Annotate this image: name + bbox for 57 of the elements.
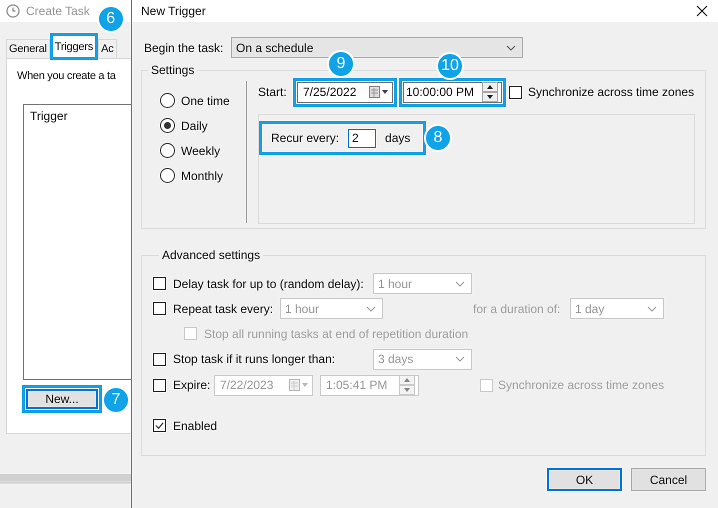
checkbox[interactable]: [153, 352, 166, 366]
radio-button[interactable]: [160, 143, 175, 158]
chevron-icon: [366, 306, 376, 312]
begin-label: Begin the task:: [144, 40, 224, 54]
checkbox-label: Repeat task every:: [173, 302, 274, 316]
dialog-title: New Trigger: [141, 4, 206, 18]
chevron-icon: [455, 356, 465, 362]
radio-button[interactable]: [160, 168, 175, 183]
tab[interactable]: Ac: [98, 39, 117, 58]
time-spinner[interactable]: 10:00:00 PM: [403, 82, 502, 102]
checkbox-label: Expire:: [173, 378, 212, 392]
group-title: Advanced settings: [161, 248, 262, 262]
spinner-icon: [482, 82, 498, 102]
calendar-icon: [289, 379, 309, 391]
unit-label: days: [385, 131, 410, 145]
group-title: Settings: [150, 63, 196, 77]
radio-button[interactable]: [160, 118, 175, 133]
checkbox[interactable]: [153, 277, 166, 290]
date-picker[interactable]: 7/25/2022: [297, 82, 393, 102]
recur-input[interactable]: 2: [348, 128, 376, 148]
clock-icon: [6, 4, 20, 18]
checkbox-label: Synchronize across time zones: [528, 85, 694, 99]
checkbox-label: Stop task if it runs longer than:: [173, 352, 336, 366]
callout-badge: 8: [424, 124, 452, 152]
checkbox-label: Enabled: [173, 418, 218, 432]
radio-label: Monthly: [181, 168, 224, 182]
checkbox-label: Stop all running tasks at end of repetition duration: [204, 326, 468, 340]
ok-button[interactable]: OK: [547, 468, 622, 491]
checkbox-label: Delay task for up to (random delay):: [173, 276, 365, 290]
checkbox[interactable]: [153, 419, 166, 432]
cancel-button[interactable]: Cancel: [631, 468, 706, 491]
new-button[interactable]: New...: [26, 389, 98, 409]
tab[interactable]: Triggers: [52, 36, 96, 57]
begin-dropdown[interactable]: On a schedule: [231, 37, 523, 58]
checkbox-label: Synchronize across time zones: [498, 378, 664, 392]
checkbox[interactable]: [153, 378, 166, 392]
checkbox[interactable]: [509, 86, 522, 98]
recur-label: Recur every:: [271, 131, 340, 145]
spinner-icon: [399, 375, 415, 395]
duration-label: for a duration of:: [473, 302, 562, 316]
close-icon[interactable]: [696, 5, 708, 17]
radio-label: Weekly: [181, 144, 220, 158]
window-title: Create Task: [26, 4, 90, 18]
checkbox[interactable]: [153, 302, 166, 315]
radio-button[interactable]: [160, 93, 175, 108]
start-label: Start:: [258, 85, 288, 99]
column-header: Trigger: [29, 108, 69, 125]
radio-label: Daily: [181, 118, 208, 132]
scrollbar[interactable]: [0, 474, 131, 484]
chevron-icon: [647, 306, 657, 312]
chevron-icon: [506, 44, 516, 50]
radio-label: One time: [181, 94, 230, 108]
chevron-icon: [455, 280, 465, 286]
tab[interactable]: General: [6, 39, 50, 58]
calendar-icon: [369, 86, 389, 98]
description-text: When you create a ta: [17, 70, 116, 82]
callout-badge: 7: [102, 386, 130, 414]
